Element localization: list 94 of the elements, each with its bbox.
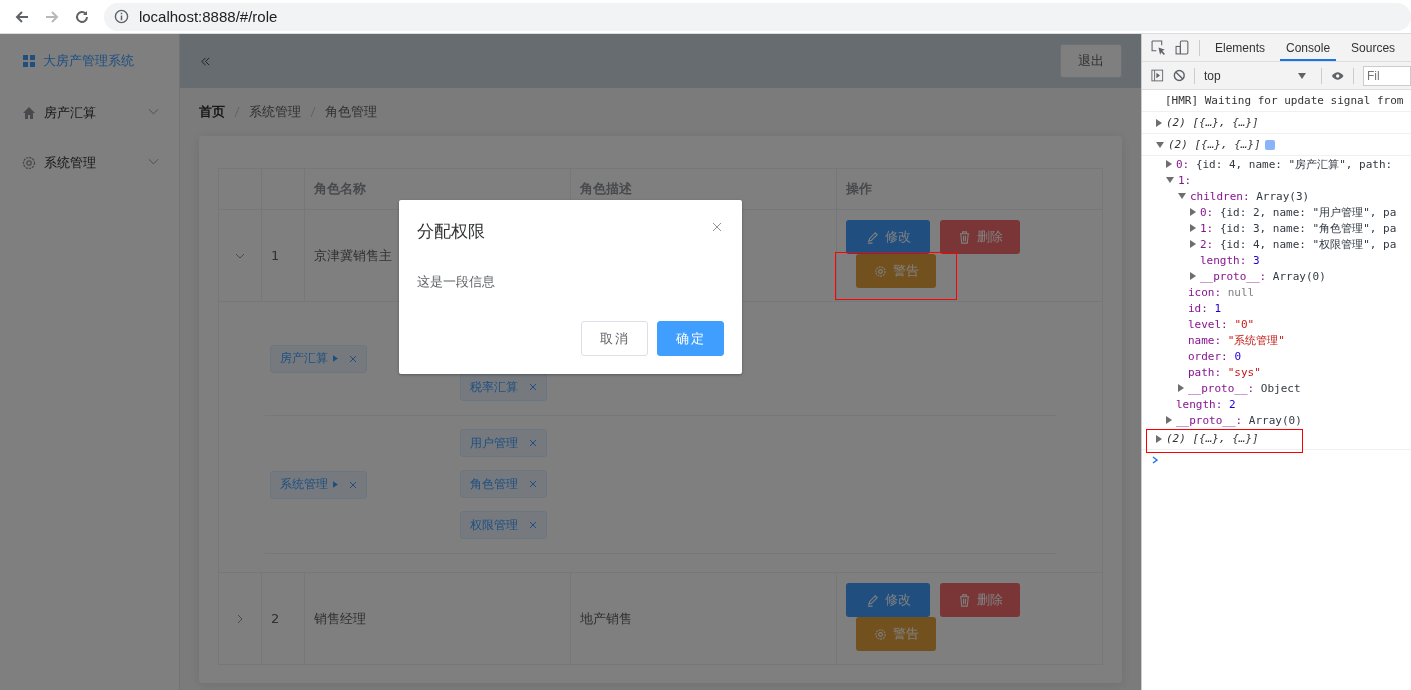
app-title: 大房产管理系统 [43,52,134,70]
confirm-button[interactable]: 确定 [657,321,724,356]
menu-item[interactable]: 系统管理 [0,138,179,188]
breadcrumb-item: 系统管理 [249,103,301,121]
permission-tag[interactable]: 税率汇算 [460,373,547,401]
console-property: 0: {id: 4, name: "房产汇算", path: [1176,156,1393,172]
console-property: level: "0" [1188,317,1255,331]
edit-button[interactable]: 修改 [846,220,930,254]
expand-arrow-icon[interactable] [1156,434,1162,443]
pencil-icon [865,593,879,607]
breadcrumb-item[interactable]: 首页 [199,103,225,121]
cancel-button[interactable]: 取消 [581,321,648,356]
table-cell: 2 [271,611,280,626]
permission-tag[interactable]: 权限管理 [460,511,547,539]
console-property: order: 0 [1188,349,1241,363]
devtools-tab[interactable]: Elements [1209,34,1272,61]
console-object[interactable]: (2) [{…}, {…}] [1166,116,1259,129]
table-cell: 地产销售 [580,609,632,628]
expand-arrow-icon[interactable] [1156,141,1164,148]
console-message: [HMR] Waiting for update signal from [1165,94,1404,107]
console-property: children: Array(3) [1190,189,1310,203]
table-cell: 销售经理 [314,609,366,628]
console-property: icon: null [1188,285,1255,299]
table-cell: 1 [271,248,280,263]
caret-right-icon [333,481,338,488]
grid-icon [23,55,35,67]
gear-icon [873,627,887,641]
devtools-tab[interactable]: Sources [1345,34,1402,61]
expand-arrow-icon[interactable] [1156,118,1162,127]
dialog-title: 分配权限 [417,220,485,243]
collapse-icon[interactable] [200,55,211,67]
edit-button[interactable]: 修改 [846,583,930,617]
sidebar-toggle-icon[interactable] [1151,68,1164,83]
delete-button[interactable]: 删除 [940,220,1020,254]
gear-icon [22,156,36,170]
dropdown-arrow-icon [1297,72,1306,79]
logout-button[interactable]: 退出 [1060,44,1122,78]
permission-tag[interactable]: 房产汇算 [270,344,367,373]
devtools-tab[interactable]: Console [1280,34,1337,61]
url-text: localhost:8888/#/role [138,8,278,25]
console-property: __proto__: Array(0) [1200,269,1326,283]
warn-button[interactable]: 警告 [856,254,936,288]
info-icon[interactable] [113,9,129,24]
trash-icon [957,593,971,607]
clear-console-icon[interactable] [1172,68,1186,83]
console-property: __proto__: Object [1188,381,1301,395]
eye-icon[interactable] [1330,70,1345,81]
console-property: 1: [1178,173,1192,187]
warn-button[interactable]: 警告 [856,617,936,651]
chevron-down-icon [148,108,159,116]
pencil-icon [865,230,879,244]
gear-icon [873,264,887,278]
address-bar[interactable]: localhost:8888/#/role [103,2,1411,31]
device-icon[interactable] [1175,40,1190,55]
caret-right-icon [333,355,338,362]
trash-icon [957,230,971,244]
expand-arrow-icon[interactable] [1166,416,1172,424]
permission-tag[interactable]: 系统管理 [270,470,367,499]
console-property: name: "系统管理" [1188,332,1285,348]
menu-item[interactable]: 房产汇算 [0,88,179,138]
expand-arrow-icon[interactable] [1190,240,1196,248]
expand-arrow-icon[interactable] [1166,177,1174,183]
console-property: path: "sys" [1188,365,1261,379]
console-property: id: 1 [1188,301,1222,315]
chevron-down-icon [148,158,159,166]
expand-arrow-icon[interactable] [1178,193,1186,199]
console-object[interactable]: (2) [{…}, {…}] [1168,138,1261,151]
inspect-icon[interactable] [1151,40,1166,55]
reload-icon[interactable] [73,8,90,25]
console-object[interactable]: (2) [{…}, {…}] [1166,432,1259,445]
console-property: __proto__: Array(0) [1176,413,1302,427]
breadcrumb-separator [234,106,240,118]
console-property: length: 3 [1200,253,1260,267]
expand-arrow-icon[interactable] [1190,208,1196,216]
expand-arrow-icon[interactable] [1190,224,1196,232]
expand-arrow-icon[interactable] [1166,160,1172,168]
breadcrumb-separator [310,106,316,118]
table-cell: 京津冀销售主 [314,246,392,265]
dialog-message: 这是一段信息 [417,274,495,289]
console-property: 0: {id: 2, name: "用户管理", pa [1200,204,1397,220]
permission-tag[interactable]: 角色管理 [460,470,547,498]
console-property: length: 2 [1176,397,1236,411]
expand-arrow-icon[interactable] [1190,272,1196,280]
context-select[interactable]: top [1203,68,1312,83]
permission-tag[interactable]: 用户管理 [460,429,547,457]
console-property: 1: {id: 3, name: "角色管理", pa [1200,220,1397,236]
console-property: 2: {id: 4, name: "权限管理", pa [1200,236,1397,252]
delete-button[interactable]: 删除 [940,583,1020,617]
home-icon [22,106,36,120]
breadcrumb-item: 角色管理 [325,103,377,121]
expand-arrow-icon[interactable] [1178,384,1184,392]
prompt-icon[interactable] [1152,456,1158,464]
filter-field[interactable]: Fil [1363,65,1411,86]
close-icon[interactable] [712,222,722,232]
